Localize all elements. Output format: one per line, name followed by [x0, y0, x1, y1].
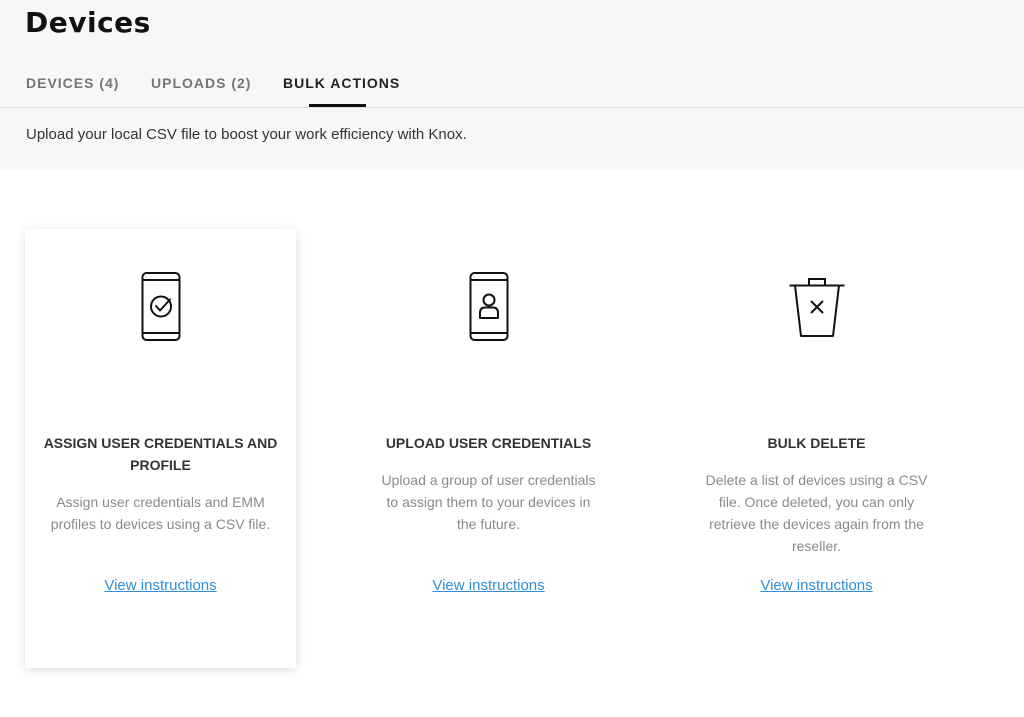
card-description: Upload a group of user credentials to as… [381, 472, 596, 532]
card-description: Assign user credentials and EMM profiles… [50, 494, 271, 532]
view-instructions-link[interactable]: View instructions [681, 577, 952, 594]
tab-uploads[interactable]: UPLOADS (2) [151, 75, 251, 91]
tab-devices[interactable]: DEVICES (4) [26, 75, 119, 91]
page-header: Devices DEVICES (4) UPLOADS (2) BULK ACT… [0, 0, 1024, 170]
intro-text: Upload your local CSV file to boost your… [26, 126, 467, 143]
card-assign-credentials[interactable]: ASSIGN USER CREDENTIALS AND PROFILE Assi… [25, 229, 296, 668]
tab-bulk-actions[interactable]: BULK ACTIONS [283, 75, 400, 91]
card-title: UPLOAD USER CREDENTIALS [385, 435, 592, 451]
tab-bar: DEVICES (4) UPLOADS (2) BULK ACTIONS [0, 62, 1024, 108]
card-description: Delete a list of devices using a CSV fil… [705, 472, 928, 554]
phone-check-icon [25, 269, 296, 349]
card-title: BULK DELETE [767, 435, 866, 451]
trash-delete-icon [681, 269, 952, 349]
card-bulk-delete[interactable]: BULK DELETE Delete a list of devices usi… [681, 229, 952, 668]
view-instructions-link[interactable]: View instructions [353, 577, 624, 594]
card-upload-credentials[interactable]: UPLOAD USER CREDENTIALS Upload a group o… [353, 229, 624, 668]
phone-user-icon [353, 269, 624, 349]
view-instructions-link[interactable]: View instructions [25, 577, 296, 594]
card-title: ASSIGN USER CREDENTIALS AND PROFILE [43, 435, 278, 473]
active-tab-indicator [309, 104, 366, 107]
page-title: Devices [25, 6, 151, 39]
